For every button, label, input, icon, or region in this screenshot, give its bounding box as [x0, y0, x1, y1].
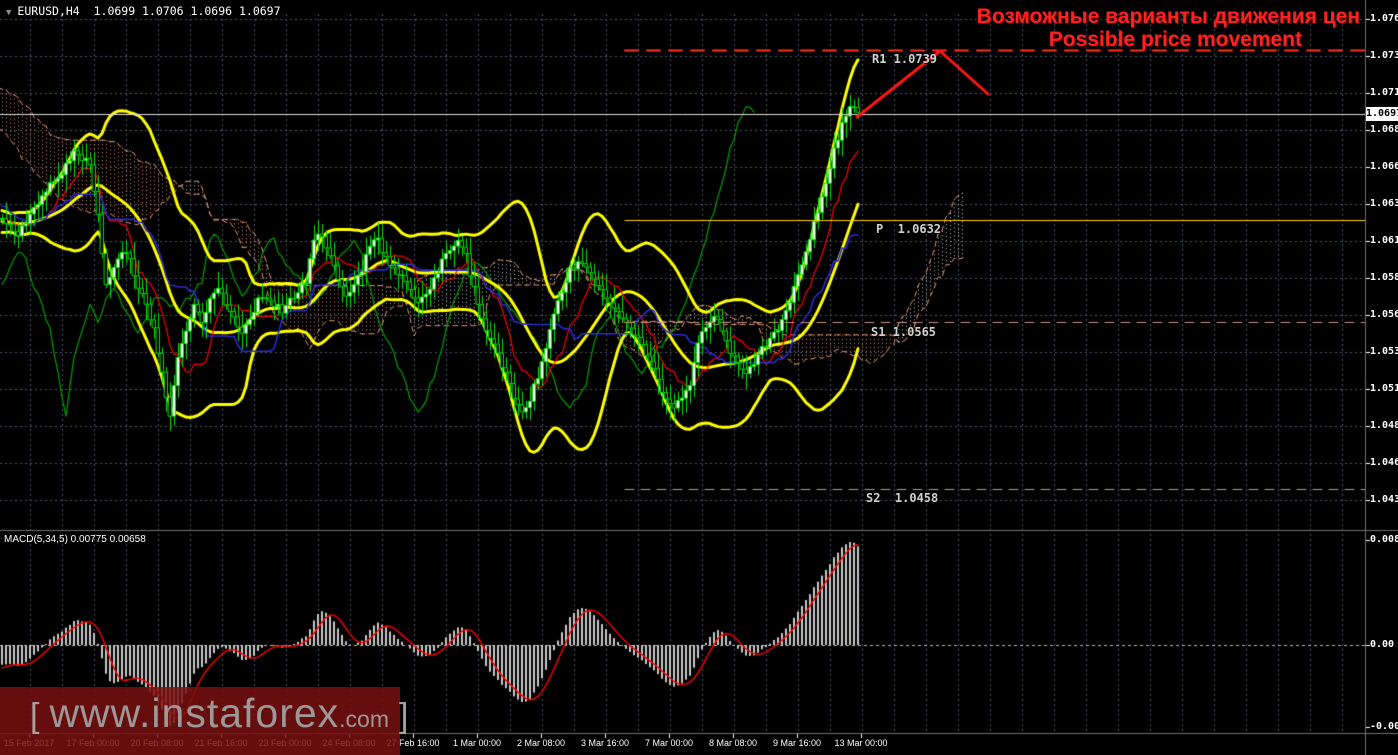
price-axis-label: 1.0560: [1370, 309, 1398, 320]
price-axis-label: 1.0635: [1370, 198, 1398, 209]
price-axis-label: 1.0735: [1370, 50, 1398, 61]
ohlc-values: 1.0699 1.0706 1.0696 1.0697: [93, 4, 281, 18]
chart-title: ▼ EURUSD,H4 1.0699 1.0706 1.0696 1.0697: [6, 4, 281, 18]
watermark-bracket-right: ]: [399, 697, 409, 735]
price-axis-label: 1.0485: [1370, 420, 1398, 431]
annotation-text-ru: Возможные варианты движения цен: [976, 5, 1360, 28]
pivot-label-s2: S2 1.0458: [866, 491, 939, 505]
watermark-dotcom: .com: [339, 706, 390, 732]
price-axis-label: 1.0710: [1370, 87, 1398, 98]
watermark: [www.instaforex .com]: [20, 690, 418, 737]
annotation-clip: Возможные варианты движения цен Possible…: [0, 0, 1366, 755]
price-axis-label: 1.0460: [1370, 457, 1398, 468]
pivot-label-p: P 1.0632: [876, 222, 942, 236]
pivot-label-s1: S1 1.0565: [871, 325, 937, 339]
macd-axis-label: 0.00: [1370, 639, 1395, 650]
macd-axis-label: 0.00844: [1370, 534, 1398, 545]
price-axis-label: 1.0435: [1370, 494, 1398, 505]
price-axis-label: 1.0585: [1370, 272, 1398, 283]
macd-indicator-label: MACD(5,34,5) 0.00775 0.00658: [4, 534, 146, 545]
price-axis-label: 1.0610: [1370, 235, 1398, 246]
chart-window: ▼ EURUSD,H4 1.0699 1.0706 1.0696 1.0697 В…: [0, 0, 1398, 755]
pivot-label-r1: R1 1.0739: [872, 52, 938, 66]
current-price-tag: 1.0697: [1366, 107, 1398, 121]
price-axis-label: 1.0660: [1370, 161, 1398, 172]
macd-axis-label: -0.0068: [1370, 721, 1398, 732]
price-axis-label: 1.0685: [1370, 124, 1398, 135]
price-axis-label: 1.0760: [1370, 13, 1398, 24]
watermark-bracket-left: [: [30, 697, 40, 735]
symbol-timeframe: EURUSD,H4: [17, 4, 80, 18]
chart-dropdown-icon: ▼: [6, 8, 12, 18]
watermark-main-text: www.instaforex: [49, 690, 340, 736]
price-axis-label: 1.0510: [1370, 383, 1398, 394]
price-axis-label: 1.0535: [1370, 346, 1398, 357]
annotation-text-en: Possible price movement: [1048, 28, 1302, 51]
